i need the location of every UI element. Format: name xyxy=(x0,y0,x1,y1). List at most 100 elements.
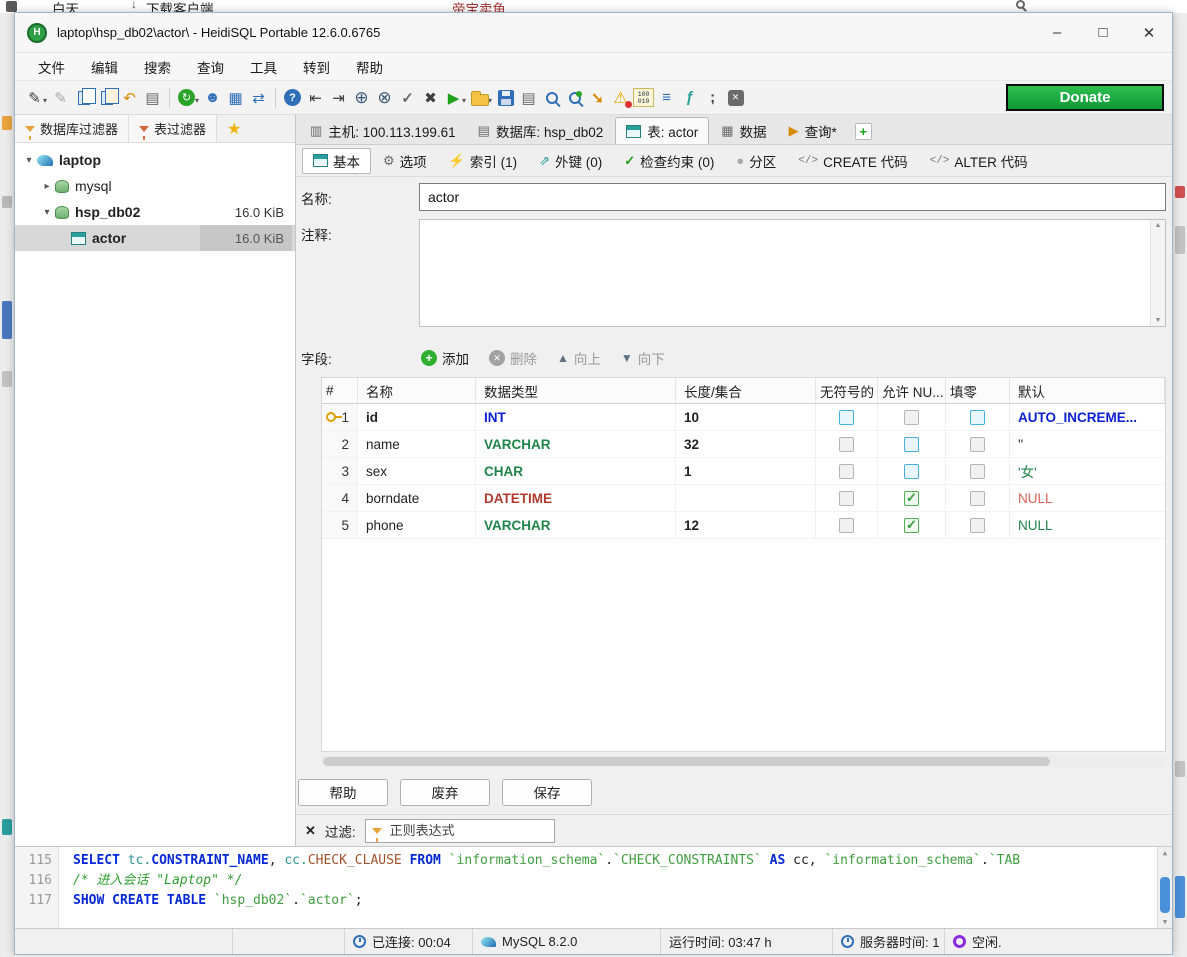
field-name-cell[interactable]: name xyxy=(358,431,476,457)
tab-data[interactable]: ▦ 数据 xyxy=(711,117,776,144)
disconnect-icon[interactable]: ✎ xyxy=(49,86,72,110)
menu-query[interactable]: 查询 xyxy=(184,57,237,77)
col-header-unsigned[interactable]: 无符号的 xyxy=(816,378,878,403)
field-name-cell[interactable]: sex xyxy=(358,458,476,484)
comment-scrollbar[interactable]: ▲ ▼ xyxy=(1150,220,1165,326)
delete-record-icon[interactable]: ⊗ xyxy=(373,86,396,110)
scroll-up-icon[interactable]: ▲ xyxy=(1155,222,1162,229)
col-header-length[interactable]: 长度/集合 xyxy=(676,378,816,403)
field-row-phone[interactable]: 5 phone VARCHAR 12 NULL xyxy=(322,512,1165,539)
menu-goto[interactable]: 转到 xyxy=(290,57,343,77)
zerofill-checkbox[interactable] xyxy=(970,410,985,425)
field-type-cell[interactable]: VARCHAR xyxy=(476,512,676,538)
chevron-down-icon[interactable]: ▾ xyxy=(39,207,55,218)
move-up-button[interactable]: ▲ 向上 xyxy=(557,348,601,368)
chevron-down-icon[interactable]: ▾ xyxy=(21,155,37,166)
nav-last-icon[interactable]: ⇥ xyxy=(327,86,350,110)
allow-null-checkbox[interactable] xyxy=(904,410,919,425)
field-type-cell[interactable]: DATETIME xyxy=(476,485,676,511)
table-filter-tab[interactable]: 表过滤器 xyxy=(129,115,217,142)
menu-search[interactable]: 搜索 xyxy=(131,57,184,77)
allow-null-checkbox[interactable] xyxy=(904,464,919,479)
search-icon[interactable] xyxy=(540,86,563,110)
chevron-right-icon[interactable]: ▸ xyxy=(39,181,55,192)
unsigned-checkbox[interactable] xyxy=(839,410,854,425)
field-default-cell[interactable]: NULL xyxy=(1010,512,1165,538)
cleanup-icon[interactable]: ➘ xyxy=(586,86,609,110)
align-lines-icon[interactable]: ≡ xyxy=(655,86,678,110)
filter-input[interactable] xyxy=(366,820,554,842)
tree-item-session-laptop[interactable]: ▾ laptop xyxy=(15,147,295,173)
field-length-cell[interactable] xyxy=(676,485,816,511)
maximize-button[interactable]: □ xyxy=(1080,13,1126,52)
help-button[interactable]: 帮助 xyxy=(298,779,388,806)
add-field-button[interactable]: + 添加 xyxy=(421,348,469,368)
col-header-num[interactable]: # xyxy=(322,378,358,403)
post-changes-icon[interactable]: ✓ xyxy=(396,86,419,110)
sql-log-lines[interactable]: SELECT tc.CONSTRAINT_NAME, cc.CHECK_CLAU… xyxy=(59,847,1157,928)
field-length-cell[interactable]: 32 xyxy=(676,431,816,457)
subtab-partitions[interactable]: ● 分区 xyxy=(726,148,786,174)
tree-item-table-actor[interactable]: actor 16.0 KiB xyxy=(15,225,295,251)
save-icon[interactable] xyxy=(494,86,517,110)
help-icon[interactable]: ? xyxy=(281,86,304,110)
zerofill-checkbox[interactable] xyxy=(970,437,985,452)
unsigned-checkbox[interactable] xyxy=(839,464,854,479)
sync-database-icon[interactable]: ⇄ xyxy=(247,86,270,110)
favorites-star-icon[interactable]: ★ xyxy=(227,119,241,139)
nav-first-icon[interactable]: ⇤ xyxy=(304,86,327,110)
field-name-cell[interactable]: borndate xyxy=(358,485,476,511)
field-name-cell[interactable]: phone xyxy=(358,512,476,538)
search-icon[interactable] xyxy=(1016,0,1025,9)
tree-item-db-mysql[interactable]: ▸ mysql xyxy=(15,173,295,199)
scroll-down-icon[interactable]: ▼ xyxy=(1155,317,1162,324)
discard-button[interactable]: 废弃 xyxy=(400,779,490,806)
allow-null-checkbox[interactable] xyxy=(904,491,919,506)
col-header-allow-null[interactable]: 允许 NU... xyxy=(878,378,946,403)
subtab-basic[interactable]: 基本 xyxy=(302,148,371,174)
field-type-cell[interactable]: CHAR xyxy=(476,458,676,484)
reformat-sql-icon[interactable]: ƒ xyxy=(678,86,701,110)
tab-host[interactable]: ▥ 主机: 100.113.199.61 xyxy=(300,117,466,144)
new-query-tab-icon[interactable]: + xyxy=(855,123,872,140)
field-type-cell[interactable]: VARCHAR xyxy=(476,431,676,457)
horizontal-scrollbar[interactable] xyxy=(321,755,1166,768)
user-manager-icon[interactable]: ☻ xyxy=(201,86,224,110)
sql-log-scrollbar[interactable]: ▲ ▼ xyxy=(1157,847,1172,928)
field-default-cell[interactable]: NULL xyxy=(1010,485,1165,511)
paste-icon[interactable] xyxy=(95,86,118,110)
close-tab-icon[interactable]: ✕ xyxy=(724,86,747,110)
undo-icon[interactable]: ↶ xyxy=(118,86,141,110)
unsigned-checkbox[interactable] xyxy=(839,437,854,452)
grid-header-row[interactable]: # 名称 数据类型 长度/集合 无符号的 允许 NU... 填零 默认 xyxy=(322,378,1165,404)
col-header-name[interactable]: 名称 xyxy=(358,378,476,403)
menu-help[interactable]: 帮助 xyxy=(343,57,396,77)
menu-tools[interactable]: 工具 xyxy=(237,57,290,77)
field-row-name[interactable]: 2 name VARCHAR 32 '' xyxy=(322,431,1165,458)
unsigned-checkbox[interactable] xyxy=(839,518,854,533)
scroll-up-icon[interactable]: ▲ xyxy=(1163,849,1167,857)
subtab-indexes[interactable]: ⚡ 索引 (1) xyxy=(439,148,527,174)
subtab-alter-code[interactable]: </> ALTER 代码 xyxy=(920,148,1038,174)
comment-textarea[interactable]: ▲ ▼ xyxy=(419,219,1166,327)
print-icon[interactable]: ▤ xyxy=(141,86,164,110)
copy-icon[interactable] xyxy=(72,86,95,110)
menu-edit[interactable]: 编辑 xyxy=(78,57,131,77)
sql-log[interactable]: 115 116 117 SELECT tc.CONSTRAINT_NAME, c… xyxy=(15,846,1172,928)
subtab-options[interactable]: ⚙ 选项 xyxy=(373,148,437,174)
zerofill-checkbox[interactable] xyxy=(970,518,985,533)
donate-button[interactable]: Donate xyxy=(1006,84,1164,111)
chevron-down-icon[interactable]: ▾ xyxy=(43,96,47,105)
unsigned-checkbox[interactable] xyxy=(839,491,854,506)
binary-view-icon[interactable]: 100010 xyxy=(632,86,655,110)
tree-item-db-hsp-db02[interactable]: ▾ hsp_db02 16.0 KiB xyxy=(15,199,295,225)
titlebar[interactable]: H laptop\hsp_db02\actor\ - HeidiSQL Port… xyxy=(15,13,1172,53)
chevron-down-icon[interactable]: ▾ xyxy=(462,96,466,105)
move-down-button[interactable]: ▼ 向下 xyxy=(621,348,665,368)
tab-table[interactable]: 表: actor xyxy=(615,117,709,144)
chevron-down-icon[interactable]: ▾ xyxy=(488,96,492,105)
export-icon[interactable]: ▤ xyxy=(517,86,540,110)
col-header-datatype[interactable]: 数据类型 xyxy=(476,378,676,403)
add-record-icon[interactable]: ⊕ xyxy=(350,86,373,110)
remove-field-button[interactable]: ✕ 删除 xyxy=(489,348,537,368)
